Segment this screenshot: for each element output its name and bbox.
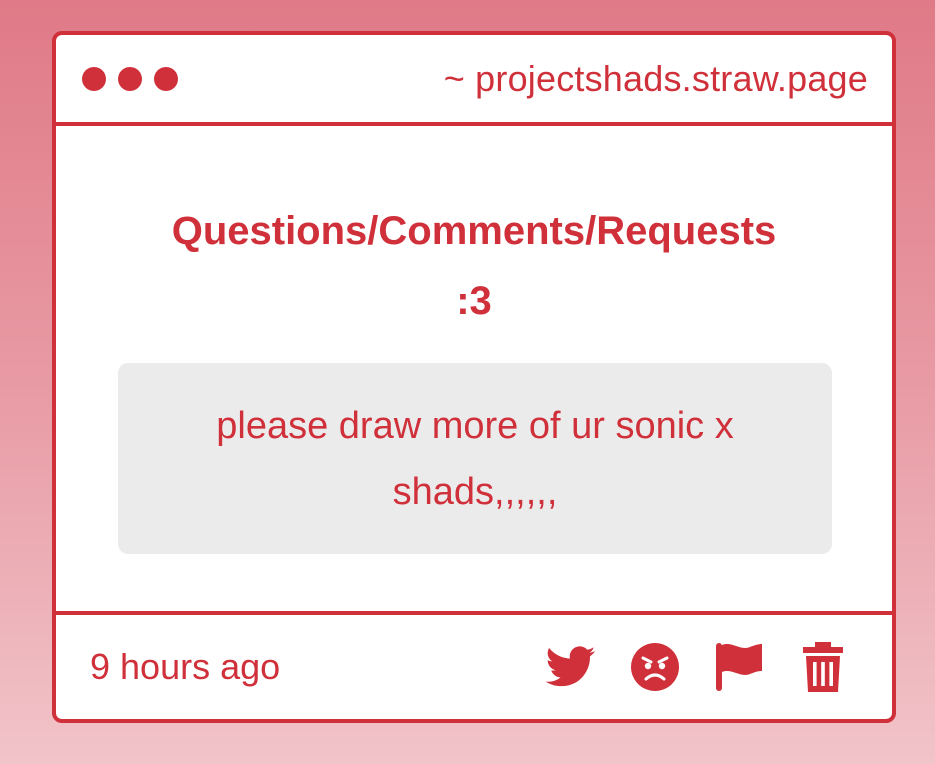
flag-icon[interactable]	[714, 642, 764, 692]
page-title-line-2: :3	[456, 279, 492, 323]
message-line-2: shads,,,,,,	[392, 471, 558, 513]
window-dot-1	[82, 66, 106, 91]
message-box: please draw more of ur sonic x shads,,,,…	[118, 363, 832, 554]
window-dot-3	[154, 66, 178, 91]
window-controls	[82, 66, 178, 91]
page-title: Questions/Comments/Requests :3	[56, 196, 892, 336]
timestamp: 9 hours ago	[90, 646, 281, 687]
action-bar	[546, 642, 848, 692]
site-url[interactable]: ~ projectshads.straw.page	[444, 58, 868, 100]
page-title-line-1: Questions/Comments/Requests	[171, 209, 777, 253]
trash-icon[interactable]	[798, 642, 848, 692]
twitter-icon[interactable]	[546, 642, 596, 692]
title-bar: ~ projectshads.straw.page	[56, 35, 892, 126]
browser-window: ~ projectshads.straw.page Questions/Comm…	[52, 31, 896, 723]
window-dot-2	[118, 66, 142, 91]
post-content: Questions/Comments/Requests :3 please dr…	[56, 130, 892, 611]
message-line-1: please draw more of ur sonic x	[216, 405, 734, 447]
post-footer: 9 hours ago	[56, 611, 892, 719]
angry-face-icon[interactable]	[630, 642, 680, 692]
